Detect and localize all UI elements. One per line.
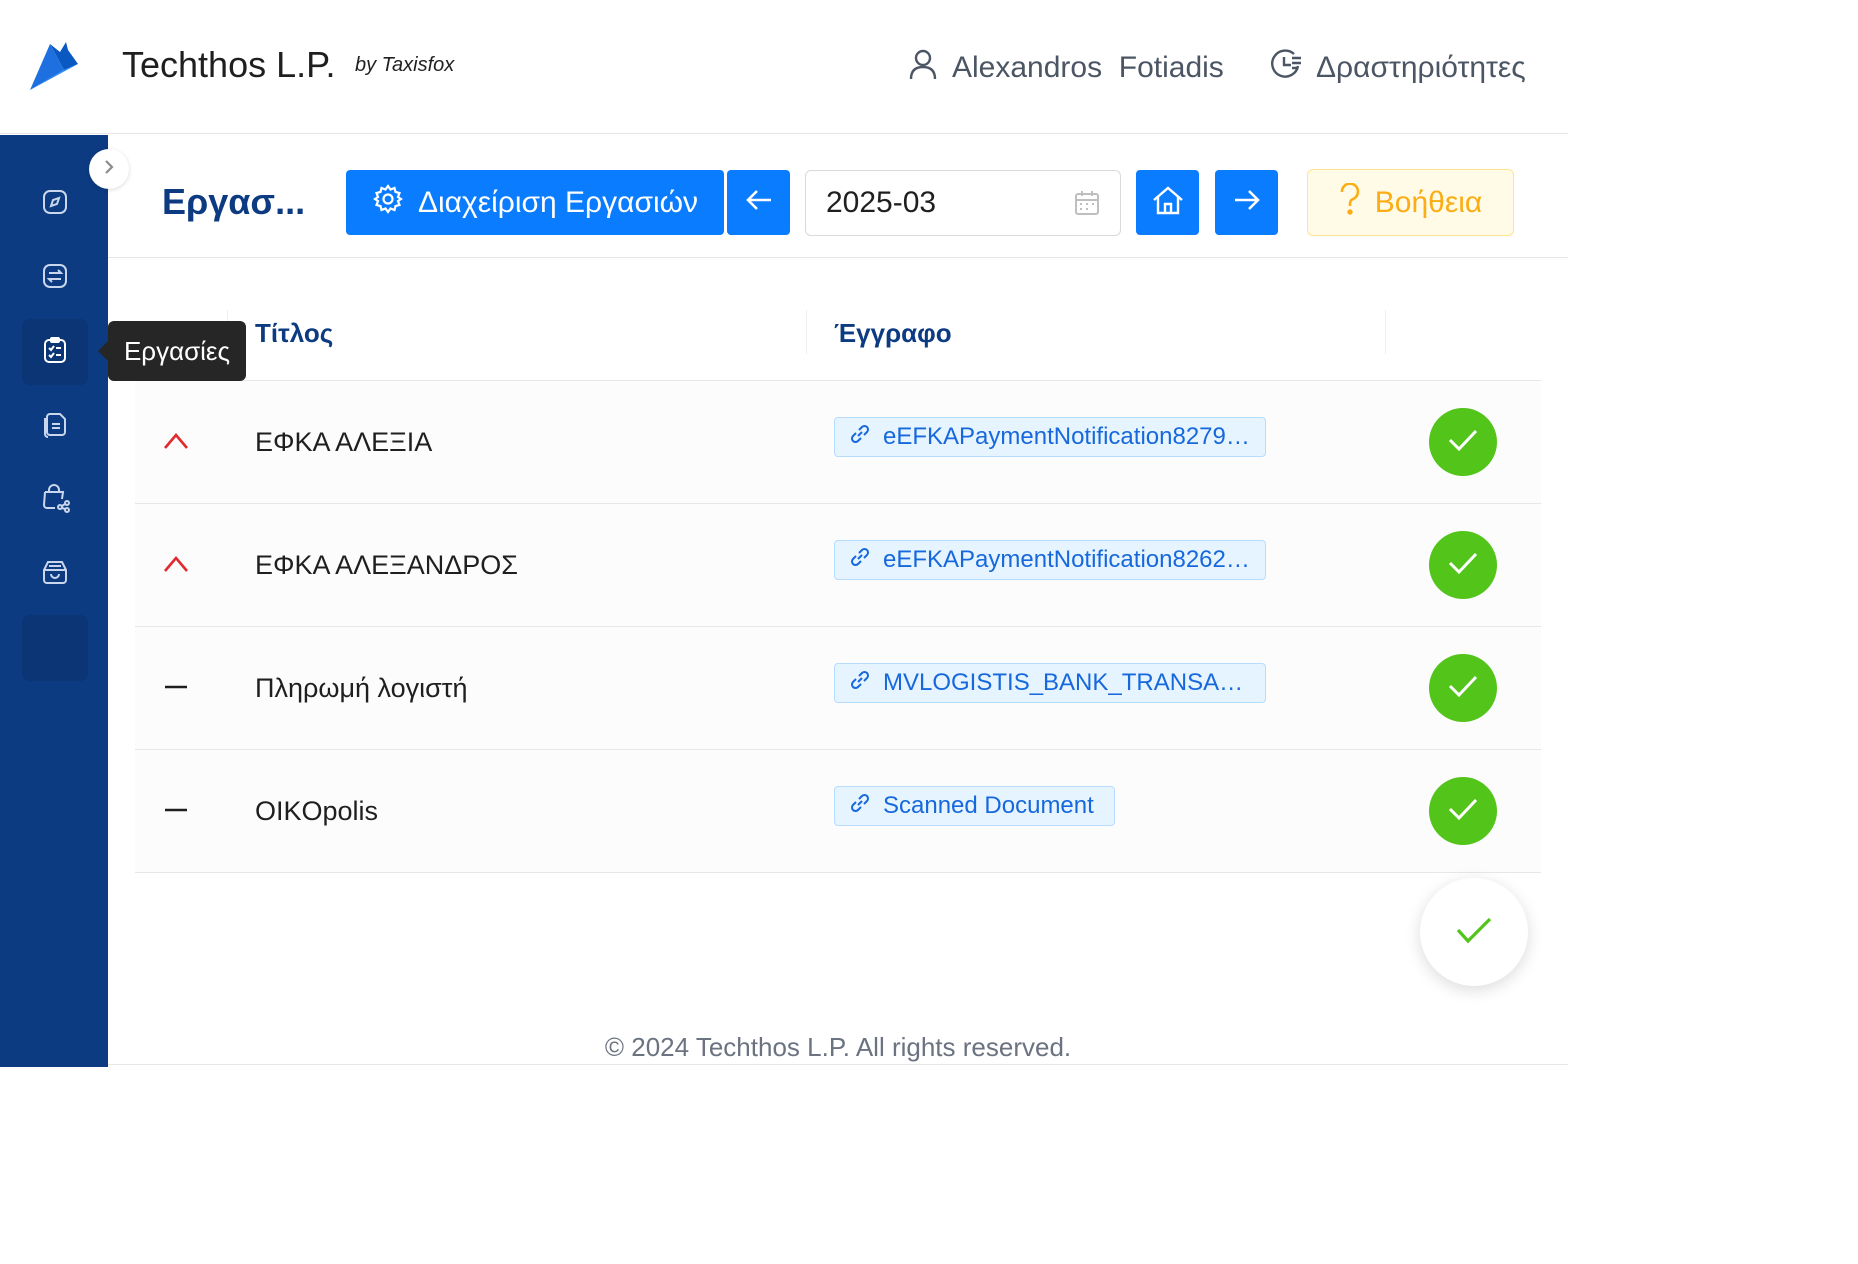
sidebar-item-dashboard[interactable]	[22, 171, 88, 237]
table-row[interactable]: ΕΦΚΑ ΑΛΕΞΑΝΔΡΟΣ eEFKAPaymentNotification…	[135, 504, 1541, 627]
home-icon	[1152, 185, 1184, 220]
priority-normal-icon	[163, 800, 189, 820]
mark-done-button[interactable]	[1429, 408, 1497, 476]
month-value: 2025-03	[826, 186, 937, 219]
next-month-button[interactable]	[1215, 170, 1278, 235]
document-name: eEFKAPaymentNotification8279…	[883, 423, 1250, 450]
checkmark-icon	[1447, 427, 1479, 458]
link-icon	[849, 669, 871, 698]
link-icon	[849, 423, 871, 452]
document-link[interactable]: eEFKAPaymentNotification8262…	[834, 540, 1266, 580]
footer-divider	[108, 1064, 1568, 1065]
document-link[interactable]: Scanned Document	[834, 786, 1115, 826]
documents-icon	[41, 410, 69, 443]
priority-normal-icon	[163, 677, 189, 697]
link-icon	[849, 546, 871, 575]
column-header-document[interactable]: Έγγραφο	[834, 318, 952, 349]
sidebar	[0, 135, 108, 1067]
help-button[interactable]: Βοήθεια	[1307, 169, 1514, 236]
manage-tasks-label: Διαχείριση Εργασιών	[417, 185, 699, 219]
by-line: by Taxisfox	[355, 54, 455, 76]
table-header: Τίτλος Έγγραφο	[135, 298, 1541, 381]
sidebar-tooltip: Εργασίες	[98, 321, 246, 381]
checkmark-icon	[1447, 550, 1479, 581]
mark-done-button[interactable]	[1429, 531, 1497, 599]
document-link[interactable]: MVLOGISTIS_BANK_TRANSA…	[834, 663, 1266, 703]
priority-high-icon	[163, 431, 189, 451]
user-name: Alexandros Fotiadis	[952, 51, 1224, 84]
link-icon	[849, 792, 871, 821]
column-separator	[806, 310, 807, 354]
activity-clock-icon	[1270, 48, 1302, 88]
document-link[interactable]: eEFKAPaymentNotification8279…	[834, 417, 1266, 457]
app-header: Techthos L.P. by Taxisfox Alexandros Fot…	[0, 0, 1568, 134]
column-header-title[interactable]: Τίτλος	[255, 318, 333, 349]
document-name: eEFKAPaymentNotification8262…	[883, 546, 1250, 573]
checkmark-icon	[1447, 796, 1479, 827]
help-label: Βοήθεια	[1374, 185, 1483, 219]
transfer-icon	[41, 262, 69, 295]
compass-icon	[41, 188, 69, 221]
archive-icon	[41, 558, 69, 591]
clipboard-check-icon	[41, 336, 69, 369]
checkmark-icon	[1455, 915, 1493, 950]
footer-copyright: © 2024 Techthos L.P. All rights reserved…	[604, 1032, 1072, 1062]
sidebar-item-tasks[interactable]	[22, 319, 88, 385]
cart-share-icon	[40, 483, 70, 518]
priority-high-icon	[163, 554, 189, 574]
task-title: OIKOpolis	[255, 796, 379, 826]
toolbar: Εργασ... Διαχείριση Εργασιών 2025-03 Βοή…	[108, 135, 1568, 258]
current-month-button[interactable]	[1136, 170, 1199, 235]
taxisfox-logo-icon[interactable]	[28, 40, 80, 92]
task-title: Πληρωμή λογιστή	[255, 673, 468, 703]
tasks-table: Τίτλος Έγγραφο ΕΦΚΑ ΑΛΕΞΙΑ eEFKAPaymentN…	[135, 298, 1541, 873]
gear-icon	[372, 183, 404, 223]
column-separator	[1385, 310, 1386, 354]
arrow-left-icon	[745, 188, 773, 217]
floating-complete-button[interactable]	[1420, 878, 1528, 986]
task-title: ΕΦΚΑ ΑΛΕΞΑΝΔΡΟΣ	[255, 550, 518, 580]
chevron-right-icon	[102, 158, 116, 181]
task-title: ΕΦΚΑ ΑΛΕΞΙΑ	[255, 427, 433, 457]
table-row[interactable]: Πληρωμή λογιστή MVLOGISTIS_BANK_TRANSA…	[135, 627, 1541, 750]
table-row[interactable]: ΕΦΚΑ ΑΛΕΞΙΑ eEFKAPaymentNotification8279…	[135, 381, 1541, 504]
sidebar-item-transactions[interactable]	[22, 245, 88, 311]
sidebar-item-orders[interactable]	[22, 467, 88, 533]
document-name: Scanned Document	[883, 792, 1094, 819]
sidebar-item-documents[interactable]	[22, 393, 88, 459]
month-picker[interactable]: 2025-03	[805, 170, 1121, 236]
sidebar-expand-button[interactable]	[89, 149, 129, 189]
previous-month-button[interactable]	[727, 170, 790, 235]
sidebar-item-empty[interactable]	[22, 615, 88, 681]
calendar-icon	[1074, 190, 1100, 224]
sidebar-item-archive[interactable]	[22, 541, 88, 607]
document-name: MVLOGISTIS_BANK_TRANSA…	[883, 669, 1244, 696]
manage-tasks-button[interactable]: Διαχείριση Εργασιών	[346, 170, 724, 235]
mark-done-button[interactable]	[1429, 654, 1497, 722]
app-title: Techthos L.P.	[122, 44, 336, 85]
activity-link[interactable]: Δραστηριότητες	[1270, 48, 1526, 88]
arrow-right-icon	[1233, 188, 1261, 217]
table-row[interactable]: OIKOpolis Scanned Document	[135, 750, 1541, 873]
user-icon	[908, 48, 938, 88]
mark-done-button[interactable]	[1429, 777, 1497, 845]
checkmark-icon	[1447, 673, 1479, 704]
page-title: Εργασ...	[162, 181, 306, 222]
activity-label: Δραστηριότητες	[1316, 51, 1526, 84]
question-mark-icon	[1339, 181, 1361, 223]
user-menu[interactable]: Alexandros Fotiadis	[908, 48, 1224, 88]
